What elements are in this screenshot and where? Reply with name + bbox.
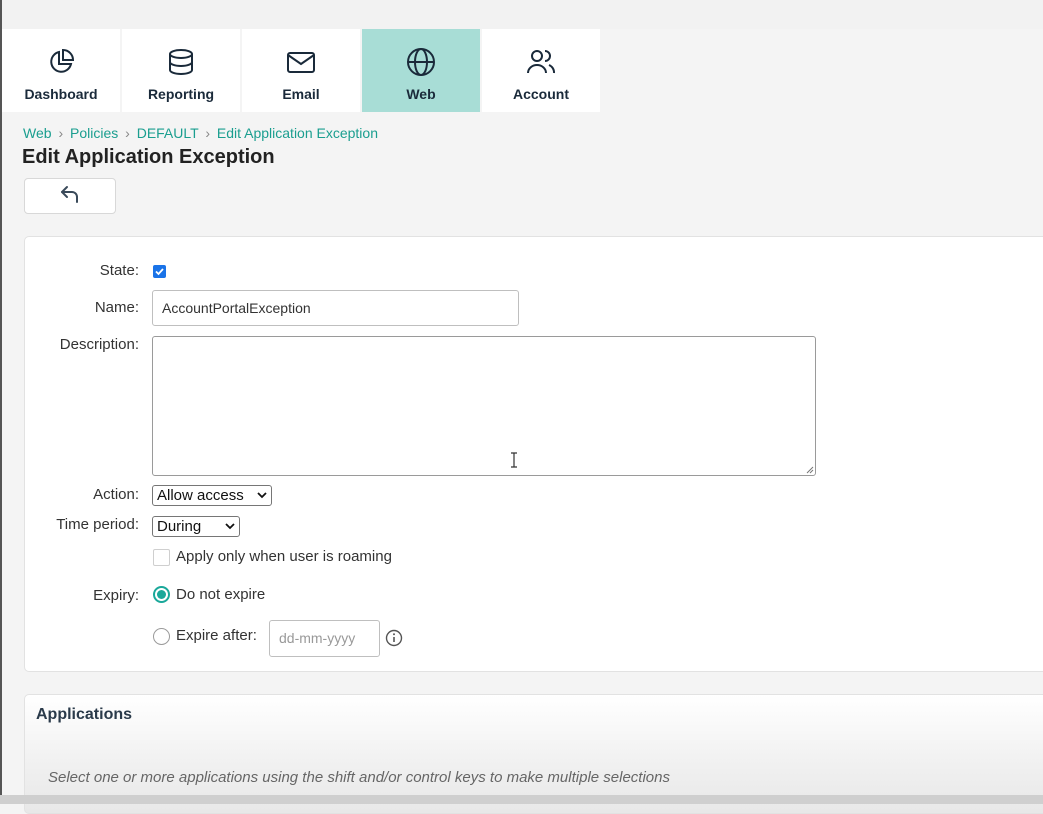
name-input[interactable]: AccountPortalException <box>152 290 519 326</box>
nav-tab-dashboard[interactable]: Dashboard <box>2 29 120 112</box>
browser-top-strip <box>0 0 1043 29</box>
name-label: Name: <box>94 299 139 316</box>
roaming-label: Apply only when user is roaming <box>176 548 392 565</box>
expiry-label: Expiry: <box>93 587 139 604</box>
expiry-never-radio[interactable] <box>153 586 170 603</box>
pie-chart-icon <box>45 46 77 78</box>
expiry-never-label: Do not expire <box>176 586 266 603</box>
nav-tab-label: Account <box>513 86 569 102</box>
nav-tab-email[interactable]: Email <box>242 29 360 112</box>
users-icon <box>525 46 557 78</box>
breadcrumb-link-web[interactable]: Web <box>23 125 52 141</box>
time-period-label: Time period: <box>56 516 139 533</box>
breadcrumb-separator: › <box>205 125 210 141</box>
nav-tab-label: Reporting <box>147 86 215 102</box>
breadcrumb-separator: › <box>58 125 64 141</box>
time-period-selected-value: During <box>157 518 202 535</box>
applications-title: Applications <box>36 706 133 723</box>
text-cursor-icon <box>511 452 517 468</box>
nav-tab-web[interactable]: Web <box>362 29 480 112</box>
envelope-icon <box>285 46 317 78</box>
description-label: Description: <box>59 336 139 353</box>
breadcrumb-link-default[interactable]: DEFAULT <box>137 125 199 141</box>
taskbar-strip <box>0 795 1043 804</box>
resize-handle-icon[interactable] <box>804 464 814 474</box>
info-icon[interactable] <box>385 629 403 647</box>
main-nav: Dashboard Reporting Email Web Account <box>2 29 602 112</box>
description-textarea[interactable] <box>152 336 816 476</box>
action-select[interactable]: Allow access <box>152 485 272 506</box>
page-title: Edit Application Exception <box>22 146 275 168</box>
globe-icon <box>405 46 437 78</box>
database-icon <box>165 46 197 78</box>
breadcrumb-separator: › <box>125 125 130 141</box>
action-selected-value: Allow access <box>157 487 244 504</box>
nav-tab-label: Email <box>282 86 320 102</box>
nav-tab-label: Web <box>406 86 436 102</box>
breadcrumb: Web › Policies › DEFAULT › Edit Applicat… <box>23 125 378 141</box>
expiry-after-radio[interactable] <box>153 628 170 645</box>
back-arrow-icon <box>59 184 81 209</box>
time-period-select[interactable]: During <box>152 516 240 537</box>
applications-hint: Select one or more applications using th… <box>48 769 670 786</box>
nav-tab-label: Dashboard <box>24 86 98 102</box>
breadcrumb-current: Edit Application Exception <box>216 125 378 141</box>
window-left-edge <box>0 0 2 804</box>
expiry-after-label: Expire after: <box>176 627 257 644</box>
nav-tab-reporting[interactable]: Reporting <box>122 29 240 112</box>
chevron-down-icon <box>225 523 235 530</box>
state-checkbox[interactable] <box>153 265 166 278</box>
nav-tab-account[interactable]: Account <box>482 29 600 112</box>
check-icon <box>155 268 164 276</box>
state-label: State: <box>99 262 139 279</box>
chevron-down-icon <box>257 492 267 499</box>
back-button[interactable] <box>24 178 116 214</box>
action-label: Action: <box>93 486 139 503</box>
breadcrumb-link-policies[interactable]: Policies <box>70 125 118 141</box>
roaming-checkbox[interactable] <box>153 549 170 566</box>
expiry-date-input[interactable]: dd-mm-yyyy <box>269 620 380 657</box>
